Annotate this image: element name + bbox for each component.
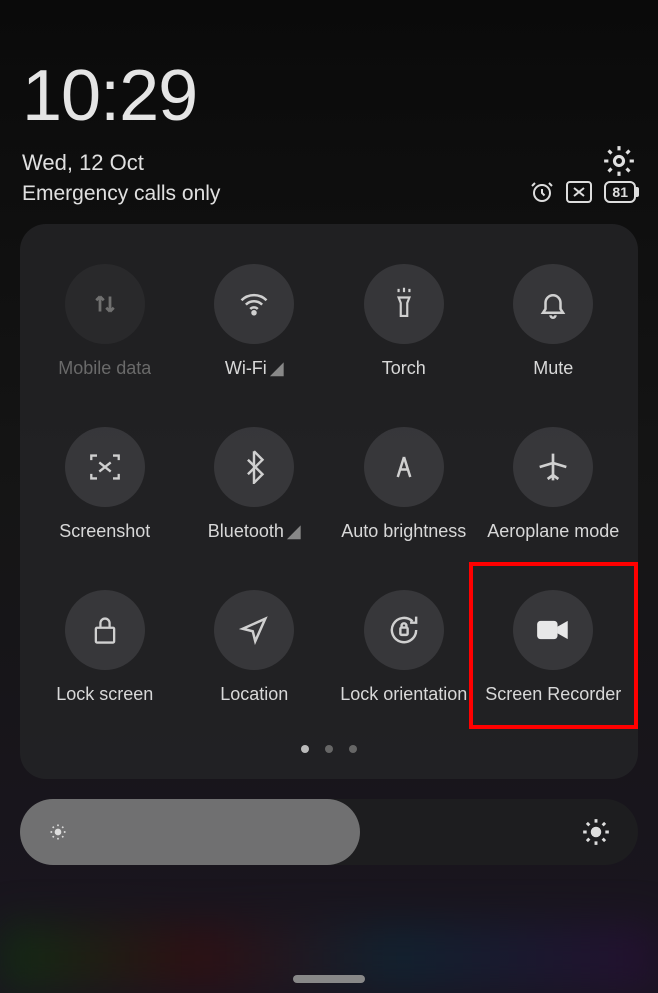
mobile-data-icon: [90, 287, 120, 321]
brightness-high-icon: [582, 818, 610, 846]
battery-level: 81: [612, 184, 628, 200]
clock-time: 10:29: [22, 60, 636, 132]
tile-screen-recorder[interactable]: Screen Recorder: [479, 590, 629, 705]
tile-label: Lock orientation: [340, 684, 467, 705]
tile-torch[interactable]: Torch: [329, 264, 479, 379]
lock-rotation-icon: [387, 613, 421, 647]
page-dot[interactable]: [301, 745, 309, 753]
signal-indicator-icon: ◢: [270, 358, 284, 379]
tile-label: Auto brightness: [341, 521, 466, 542]
tile-label: Mute: [533, 358, 573, 379]
alarm-icon: [530, 180, 554, 204]
tile-label: Lock screen: [56, 684, 153, 705]
tile-wifi[interactable]: Wi-Fi◢: [180, 264, 330, 379]
location-icon: [239, 615, 269, 645]
brightness-low-icon: [48, 822, 68, 842]
torch-icon: [391, 286, 417, 322]
nav-handle[interactable]: [293, 975, 365, 983]
lock-icon: [91, 614, 119, 646]
tile-lock-orientation[interactable]: Lock orientation: [329, 590, 479, 705]
bluetooth-icon: [243, 450, 265, 484]
pagination-dots[interactable]: [30, 745, 628, 753]
auto-brightness-icon: [389, 452, 419, 482]
battery-indicator: 81: [604, 181, 636, 203]
tile-mobile-data[interactable]: Mobile data: [30, 264, 180, 379]
page-dot[interactable]: [349, 745, 357, 753]
tile-screenshot[interactable]: Screenshot: [30, 427, 180, 542]
tile-aeroplane-mode[interactable]: Aeroplane mode: [479, 427, 629, 542]
tile-label: Screenshot: [59, 521, 150, 542]
tile-location[interactable]: Location: [180, 590, 330, 705]
airplane-icon: [537, 451, 569, 483]
tile-label: Wi-Fi◢: [225, 358, 284, 379]
page-dot[interactable]: [325, 745, 333, 753]
tile-label: Aeroplane mode: [487, 521, 619, 542]
tile-lock-screen[interactable]: Lock screen: [30, 590, 180, 705]
date-label: Wed, 12 Oct: [22, 150, 220, 176]
quick-settings-panel: Mobile data Wi-Fi◢ Torch: [20, 224, 638, 779]
tile-label: Torch: [382, 358, 426, 379]
network-status-label: Emergency calls only: [22, 182, 220, 206]
video-camera-icon: [536, 618, 570, 642]
settings-button[interactable]: [602, 144, 636, 178]
no-sim-icon: [566, 181, 592, 203]
tile-label: Mobile data: [58, 358, 151, 379]
status-area: 10:29 Wed, 12 Oct Emergency calls only 8…: [0, 0, 658, 204]
signal-indicator-icon: ◢: [287, 521, 301, 542]
gear-icon: [602, 144, 636, 178]
brightness-fill: [20, 799, 360, 865]
tile-label: Bluetooth◢: [208, 521, 301, 542]
wifi-icon: [237, 289, 271, 319]
tile-label: Screen Recorder: [485, 684, 621, 705]
bell-icon: [538, 288, 568, 320]
tile-auto-brightness[interactable]: Auto brightness: [329, 427, 479, 542]
screenshot-icon: [89, 453, 121, 481]
tile-bluetooth[interactable]: Bluetooth◢: [180, 427, 330, 542]
tile-label: Location: [220, 684, 288, 705]
brightness-slider[interactable]: [20, 799, 638, 865]
tile-mute[interactable]: Mute: [479, 264, 629, 379]
